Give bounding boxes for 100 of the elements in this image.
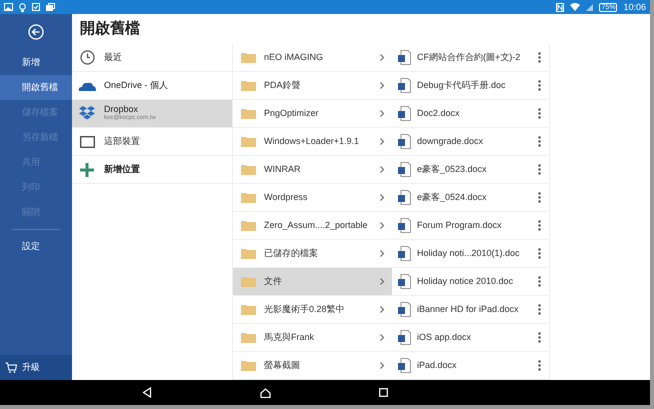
chevron-icon xyxy=(380,362,384,369)
folder-icon xyxy=(241,248,256,259)
location-item[interactable]: 這部裝置 xyxy=(72,128,232,156)
more-icon[interactable] xyxy=(538,248,541,259)
file-item[interactable]: Debug卡代码手册.doc xyxy=(392,72,549,100)
chevron-icon xyxy=(380,54,384,61)
more-icon[interactable] xyxy=(538,304,541,315)
folder-icon xyxy=(241,108,256,119)
file-item[interactable]: Forum Program.docx xyxy=(392,212,549,240)
more-icon[interactable] xyxy=(538,52,541,63)
more-icon[interactable] xyxy=(538,164,541,175)
folder-icon xyxy=(241,276,256,287)
file-item[interactable]: downgrade.docx xyxy=(392,128,549,156)
folder-icon xyxy=(241,192,256,203)
sidebar-item[interactable]: 新增 xyxy=(0,50,72,75)
folder-item[interactable]: Wordpress xyxy=(233,184,392,212)
location-name: 這部裝置 xyxy=(104,136,140,148)
chevron-icon xyxy=(380,194,384,201)
bulb-icon xyxy=(19,2,26,12)
location-name: 最近 xyxy=(104,52,122,64)
folder-item[interactable]: 光影魔術手0.28繁中 xyxy=(233,296,392,324)
folder-item[interactable]: WINRAR xyxy=(233,156,392,184)
word-document-icon xyxy=(398,50,411,65)
more-icon[interactable] xyxy=(538,332,541,343)
chevron-icon xyxy=(380,166,384,173)
more-icon[interactable] xyxy=(538,108,541,119)
recents-icon[interactable] xyxy=(379,388,388,397)
upgrade-button[interactable]: 升級 xyxy=(0,355,72,380)
folder-icon xyxy=(241,80,256,91)
folder-icon xyxy=(241,304,256,315)
word-document-icon xyxy=(398,246,411,261)
sidebar-item[interactable]: 設定 xyxy=(0,234,72,259)
clock: 10:06 xyxy=(623,2,646,12)
folder-icon xyxy=(241,220,256,231)
plus-icon xyxy=(80,162,94,176)
file-item[interactable]: Doc2.docx xyxy=(392,100,549,128)
folder-item[interactable]: PngOptimizer xyxy=(233,100,392,128)
file-item[interactable]: iBanner HD for iPad.docx xyxy=(392,296,549,324)
folder-item[interactable]: nEO iMAGING xyxy=(233,44,392,72)
location-name: 新增位置 xyxy=(104,164,140,176)
gallery-icon xyxy=(46,3,55,11)
file-item[interactable]: e豪客_0524.docx xyxy=(392,184,549,212)
cloud-icon xyxy=(78,80,96,90)
chevron-icon xyxy=(380,138,384,145)
more-icon[interactable] xyxy=(538,220,541,231)
file-item[interactable]: CF網站合作合約(圖+文)-2 xyxy=(392,44,549,72)
word-document-icon xyxy=(398,274,411,289)
folder-item[interactable]: Windows+Loader+1.9.1 xyxy=(233,128,392,156)
home-icon[interactable] xyxy=(260,388,271,398)
folder-item[interactable]: 文件 xyxy=(233,268,392,296)
more-icon[interactable] xyxy=(538,192,541,203)
box-icon xyxy=(79,106,95,121)
word-document-icon xyxy=(398,134,411,149)
chevron-icon xyxy=(380,334,384,341)
folder-icon xyxy=(241,332,256,343)
folder-icon xyxy=(241,52,256,63)
folder-item[interactable]: PDA鈴聲 xyxy=(233,72,392,100)
cart-icon xyxy=(5,362,17,373)
file-item[interactable]: iOS app.docx xyxy=(392,324,549,352)
checkbox-icon xyxy=(32,3,40,11)
chevron-icon xyxy=(380,110,384,117)
word-document-icon xyxy=(398,162,411,177)
sidebar-item[interactable]: 開啟舊檔 xyxy=(0,75,72,100)
location-name: OneDrive - 個人 xyxy=(104,80,168,92)
more-icon[interactable] xyxy=(538,136,541,147)
file-item[interactable]: Holiday noti...2010(1).doc xyxy=(392,240,549,268)
location-name: Dropbox xyxy=(104,104,140,114)
file-item[interactable]: e豪客_0523.docx xyxy=(392,156,549,184)
signal-icon xyxy=(586,4,594,10)
word-document-icon xyxy=(398,330,411,345)
file-item[interactable]: Holiday notice 2010.doc xyxy=(392,268,549,296)
chevron-icon xyxy=(380,222,384,229)
back-icon[interactable] xyxy=(28,24,44,40)
clock-icon xyxy=(80,50,94,65)
folder-item[interactable]: Zero_Assum....2_portable xyxy=(233,212,392,240)
more-icon[interactable] xyxy=(538,80,541,91)
word-document-icon xyxy=(398,106,411,121)
location-item[interactable]: 新增位置 xyxy=(72,156,232,184)
folder-icon xyxy=(241,360,256,371)
chevron-icon xyxy=(380,250,384,257)
location-item[interactable]: 最近 xyxy=(72,44,232,72)
back-nav-icon[interactable] xyxy=(142,387,152,398)
page-title: 開啟舊檔 xyxy=(79,18,141,39)
word-document-icon xyxy=(398,302,411,317)
image-icon xyxy=(4,3,13,11)
tablet-icon xyxy=(80,136,94,148)
chevron-icon xyxy=(380,278,384,285)
nfc-icon xyxy=(556,2,564,12)
folder-item[interactable]: 馬克與Frank xyxy=(233,324,392,352)
folder-icon xyxy=(241,164,256,175)
more-icon[interactable] xyxy=(538,276,541,287)
word-document-icon xyxy=(398,78,411,93)
word-document-icon xyxy=(398,358,411,373)
chevron-icon xyxy=(380,306,384,313)
folder-icon xyxy=(241,136,256,147)
word-document-icon xyxy=(398,218,411,233)
chevron-icon xyxy=(380,82,384,89)
more-icon[interactable] xyxy=(538,360,541,371)
word-document-icon xyxy=(398,190,411,205)
wifi-icon xyxy=(570,3,580,11)
